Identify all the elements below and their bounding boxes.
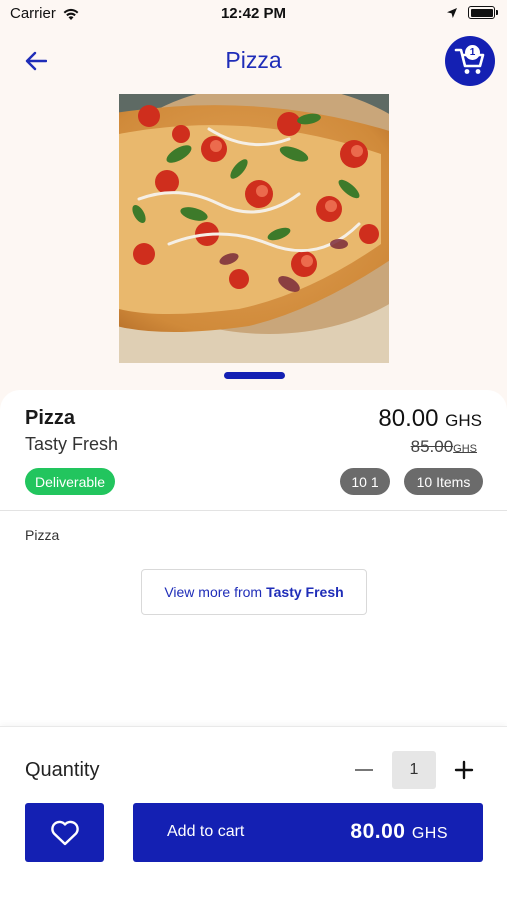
- product-price: 80.00 GHS: [378, 405, 482, 433]
- add-to-cart-label: Add to cart: [167, 823, 245, 840]
- price-amount: 80.00: [378, 405, 439, 432]
- product-name: Pizza: [25, 407, 76, 429]
- heart-icon: [50, 820, 79, 846]
- plus-icon: [454, 760, 474, 780]
- status-bar: Carrier 12:42 PM: [0, 0, 507, 30]
- quantity-decrement-button[interactable]: [352, 756, 376, 784]
- cart-button[interactable]: 1: [445, 36, 495, 86]
- total-currency: GHS: [411, 825, 448, 842]
- product-description: Pizza: [25, 527, 60, 543]
- favorite-button[interactable]: [25, 803, 104, 862]
- original-price-amount: 85.00: [410, 437, 454, 456]
- quantity-label: Quantity: [25, 759, 100, 781]
- add-to-cart-total: 80.00 GHS: [350, 820, 448, 844]
- view-more-vendor: Tasty Fresh: [266, 584, 344, 600]
- items-chip: 10 Items: [404, 468, 483, 495]
- purchase-bar: Quantity 1 Add to cart 80.00 GHS: [0, 726, 507, 900]
- image-pager-indicator[interactable]: [224, 372, 285, 379]
- status-time: 12:42 PM: [220, 5, 287, 22]
- price-currency: GHS: [445, 411, 482, 430]
- quantity-increment-button[interactable]: [453, 756, 475, 784]
- product-vendor: Tasty Fresh: [25, 434, 119, 454]
- divider: [0, 510, 507, 511]
- original-price: 85.00GHS: [411, 437, 477, 457]
- status-right: [446, 6, 498, 19]
- minus-icon: [355, 769, 373, 771]
- view-more-vendor-button[interactable]: View more from Tasty Fresh: [141, 569, 367, 615]
- total-amount: 80.00: [350, 820, 406, 843]
- page-title: Pizza: [225, 47, 282, 73]
- view-more-prefix: View more from: [164, 584, 263, 600]
- quantity-value[interactable]: 1: [392, 751, 436, 789]
- nav-bar: Pizza 1: [0, 34, 507, 88]
- stock-chip: 10 1: [340, 468, 390, 495]
- cart-count-badge: 1: [465, 45, 480, 60]
- original-price-currency: GHS: [453, 443, 477, 455]
- product-image: [119, 94, 389, 363]
- add-to-cart-button[interactable]: Add to cart 80.00 GHS: [133, 803, 483, 862]
- location-arrow-icon: [447, 7, 457, 18]
- battery-icon: [468, 6, 498, 19]
- deliverable-badge: Deliverable: [25, 468, 116, 495]
